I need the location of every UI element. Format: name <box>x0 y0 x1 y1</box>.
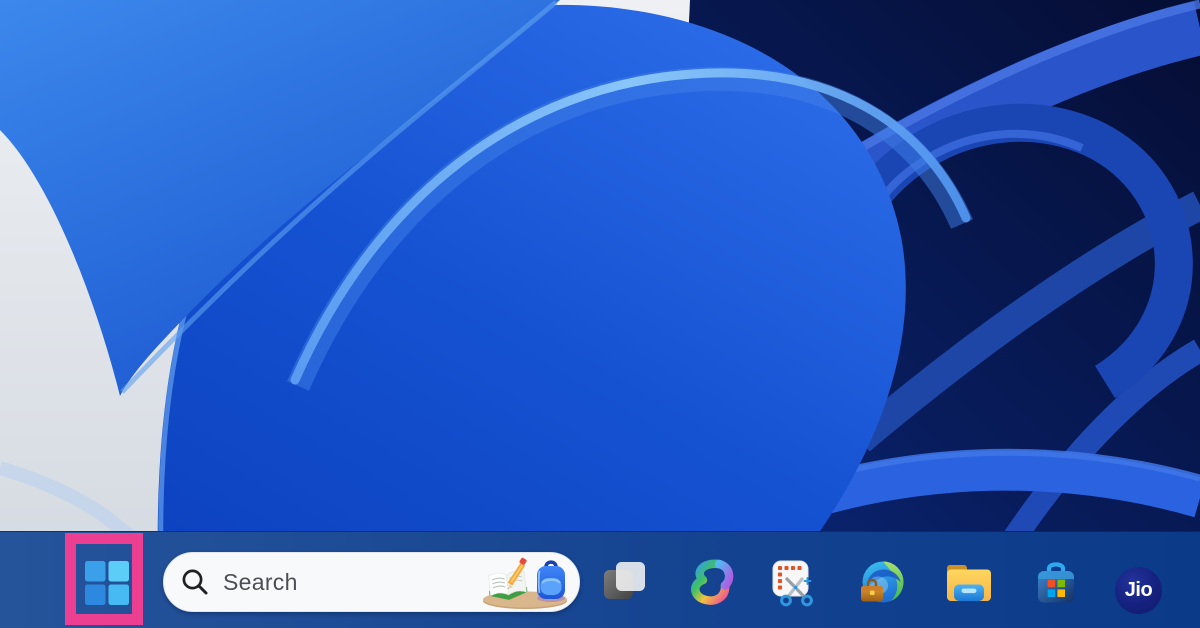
taskbar-app-task-view[interactable] <box>603 559 647 603</box>
windows-desktop: Search <box>0 0 1200 628</box>
taskbar-app-edge[interactable] <box>858 559 906 607</box>
search-box[interactable]: Search <box>163 552 580 612</box>
taskbar-app-file-explorer[interactable] <box>945 559 993 607</box>
taskbar-app-jio[interactable]: Jio <box>1115 567 1162 614</box>
backpack-icon <box>537 562 565 602</box>
task-view-icon <box>603 559 647 603</box>
copilot-icon <box>689 559 735 605</box>
magnifier-icon <box>180 567 210 597</box>
folder-icon <box>945 559 993 607</box>
taskbar-app-copilot[interactable] <box>689 559 735 605</box>
jio-logo-text: Jio <box>1125 579 1152 602</box>
search-placeholder: Search <box>223 569 479 596</box>
taskbar-app-snipping-tool[interactable] <box>770 559 820 609</box>
store-bag-icon <box>1032 559 1080 607</box>
taskbar-app-microsoft-store[interactable] <box>1032 559 1080 607</box>
start-button[interactable] <box>84 560 130 606</box>
windows-logo-icon <box>84 560 130 606</box>
snipping-tool-icon <box>770 559 820 609</box>
edge-browser-briefcase-icon <box>858 559 906 607</box>
search-highlights-back-to-school-graphic <box>479 555 571 609</box>
